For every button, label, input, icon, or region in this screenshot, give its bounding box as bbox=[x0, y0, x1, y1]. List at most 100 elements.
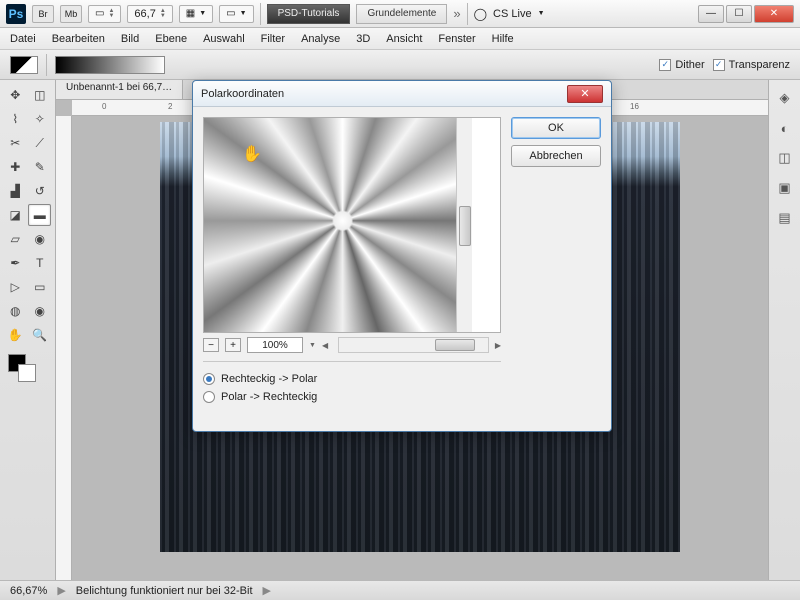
dialog-titlebar[interactable]: Polarkoordinaten ✕ bbox=[193, 81, 611, 107]
menu-bearbeiten[interactable]: Bearbeiten bbox=[52, 33, 105, 45]
option-polar-to-rect[interactable]: Polar -> Rechteckig bbox=[203, 391, 501, 403]
filter-preview[interactable] bbox=[204, 118, 456, 332]
close-button[interactable]: ✕ bbox=[754, 5, 794, 23]
menu-ansicht[interactable]: Ansicht bbox=[386, 33, 422, 45]
separator bbox=[467, 3, 468, 25]
minimize-button[interactable]: — bbox=[698, 5, 724, 23]
hand-tool[interactable]: ✋ bbox=[4, 324, 27, 346]
dodge-tool[interactable]: ◉ bbox=[29, 228, 52, 250]
background-color[interactable] bbox=[18, 364, 36, 382]
preview-zoom-value[interactable]: 100% bbox=[247, 337, 303, 353]
radio-icon bbox=[203, 373, 215, 385]
zoom-in-button[interactable]: + bbox=[225, 338, 241, 352]
heal-tool[interactable]: ✚ bbox=[4, 156, 27, 178]
options-bar: ✓Dither ✓Transparenz bbox=[0, 50, 800, 80]
zoom-out-button[interactable]: − bbox=[203, 338, 219, 352]
minibridge-button[interactable]: Mb bbox=[60, 5, 82, 23]
preview-area bbox=[203, 117, 501, 333]
maximize-button[interactable]: ☐ bbox=[726, 5, 752, 23]
lasso-tool[interactable]: ⌇ bbox=[4, 108, 27, 130]
option-label: Polar -> Rechteckig bbox=[221, 391, 317, 403]
menu-hilfe[interactable]: Hilfe bbox=[492, 33, 514, 45]
app-titlebar: Ps Br Mb ▭ ▲▼ 66,7 ▲▼ ▦ ▼ ▭ ▼ PSD-Tutori… bbox=[0, 0, 800, 28]
marquee-tool[interactable]: ◫ bbox=[29, 84, 52, 106]
menu-analyse[interactable]: Analyse bbox=[301, 33, 340, 45]
status-zoom[interactable]: 66,67% bbox=[10, 585, 47, 597]
workspace-tab[interactable]: Grundelemente bbox=[356, 4, 447, 24]
3d-tool[interactable]: ◍ bbox=[4, 300, 27, 322]
menu-3d[interactable]: 3D bbox=[356, 33, 370, 45]
hscroll-left-icon[interactable]: ◀ bbox=[322, 341, 328, 350]
arrange-select[interactable]: ▦ ▼ bbox=[179, 5, 213, 23]
status-arrow-icon[interactable]: ▶ bbox=[263, 584, 271, 597]
status-arrow-icon[interactable]: ▶ bbox=[57, 584, 65, 597]
zoom-dropdown-icon[interactable]: ▼ bbox=[309, 342, 316, 349]
brush-tool[interactable]: ✎ bbox=[29, 156, 52, 178]
crop-tool[interactable]: ✂ bbox=[4, 132, 27, 154]
menu-fenster[interactable]: Fenster bbox=[438, 33, 475, 45]
option-rect-to-polar[interactable]: Rechteckig -> Polar bbox=[203, 373, 501, 385]
app-logo: Ps bbox=[6, 4, 26, 24]
dither-label: Dither bbox=[675, 59, 704, 71]
3d-camera-tool[interactable]: ◉ bbox=[29, 300, 52, 322]
dialog-title: Polarkoordinaten bbox=[201, 88, 284, 100]
right-panel: ◈ ◐ ◫ ▣ ▤ bbox=[768, 80, 800, 580]
zoom-select[interactable]: 66,7 ▲▼ bbox=[127, 5, 172, 23]
actions-panel-icon[interactable]: ▤ bbox=[775, 208, 795, 228]
eraser-tool[interactable]: ◪ bbox=[4, 204, 26, 226]
path-select-tool[interactable]: ▷ bbox=[4, 276, 27, 298]
layers-panel-icon[interactable]: ◈ bbox=[775, 88, 795, 108]
more-icon[interactable]: » bbox=[453, 6, 460, 21]
tool-preset[interactable] bbox=[10, 56, 38, 74]
ok-button[interactable]: OK bbox=[511, 117, 601, 139]
workspace-tab-active[interactable]: PSD-Tutorials bbox=[267, 4, 351, 24]
adjustments-panel-icon[interactable]: ◫ bbox=[775, 148, 795, 168]
dither-checkbox[interactable]: ✓Dither bbox=[659, 59, 704, 71]
gradient-picker[interactable] bbox=[55, 56, 165, 74]
option-label: Rechteckig -> Polar bbox=[221, 373, 317, 385]
gradient-tool[interactable]: ▬ bbox=[28, 204, 51, 226]
menu-datei[interactable]: Datei bbox=[10, 33, 36, 45]
separator bbox=[260, 3, 261, 25]
preview-vscroll-thumb[interactable] bbox=[459, 206, 471, 246]
view-mode-select[interactable]: ▭ ▲▼ bbox=[88, 5, 121, 23]
eyedropper-tool[interactable]: ⟋ bbox=[29, 132, 52, 154]
blur-tool[interactable]: ▱ bbox=[4, 228, 27, 250]
color-swatches[interactable] bbox=[4, 354, 51, 384]
stamp-tool[interactable]: ▟ bbox=[4, 180, 27, 202]
preview-vscroll[interactable] bbox=[456, 118, 472, 332]
menu-ebene[interactable]: Ebene bbox=[155, 33, 187, 45]
tools-panel: ✥◫ ⌇✧ ✂⟋ ✚✎ ▟↺ ◪▬ ▱◉ ✒T ▷▭ ◍◉ ✋🔍 bbox=[0, 80, 56, 580]
polarkoordinaten-dialog: Polarkoordinaten ✕ − + 100% ▼ ◀ ▶ Rechte… bbox=[192, 80, 612, 432]
cslive-label[interactable]: CS Live bbox=[493, 8, 532, 20]
ruler-vertical[interactable] bbox=[56, 116, 72, 580]
screen-mode-select[interactable]: ▭ ▼ bbox=[219, 5, 253, 23]
menu-filter[interactable]: Filter bbox=[261, 33, 285, 45]
menu-bar: Datei Bearbeiten Bild Ebene Auswahl Filt… bbox=[0, 28, 800, 50]
preview-hscroll-thumb[interactable] bbox=[435, 339, 475, 351]
zoom-tool[interactable]: 🔍 bbox=[29, 324, 52, 346]
radio-icon bbox=[203, 391, 215, 403]
preview-hscroll[interactable] bbox=[338, 337, 489, 353]
cslive-icon[interactable]: ◯ bbox=[474, 7, 487, 21]
wand-tool[interactable]: ✧ bbox=[29, 108, 52, 130]
hscroll-right-icon[interactable]: ▶ bbox=[495, 341, 501, 350]
color-panel-icon[interactable]: ◐ bbox=[775, 118, 795, 138]
menu-auswahl[interactable]: Auswahl bbox=[203, 33, 245, 45]
pen-tool[interactable]: ✒ bbox=[4, 252, 27, 274]
move-tool[interactable]: ✥ bbox=[4, 84, 27, 106]
shape-tool[interactable]: ▭ bbox=[29, 276, 52, 298]
dialog-close-button[interactable]: ✕ bbox=[567, 85, 603, 103]
divider bbox=[203, 361, 501, 362]
cancel-button[interactable]: Abbrechen bbox=[511, 145, 601, 167]
history-panel-icon[interactable]: ▣ bbox=[775, 178, 795, 198]
transparenz-label: Transparenz bbox=[729, 59, 790, 71]
separator bbox=[46, 54, 47, 76]
menu-bild[interactable]: Bild bbox=[121, 33, 139, 45]
status-message: Belichtung funktioniert nur bei 32-Bit bbox=[76, 585, 253, 597]
document-tab[interactable]: Unbenannt-1 bei 66,7… bbox=[56, 80, 183, 99]
transparenz-checkbox[interactable]: ✓Transparenz bbox=[713, 59, 790, 71]
history-brush-tool[interactable]: ↺ bbox=[29, 180, 52, 202]
bridge-button[interactable]: Br bbox=[32, 5, 54, 23]
type-tool[interactable]: T bbox=[29, 252, 52, 274]
